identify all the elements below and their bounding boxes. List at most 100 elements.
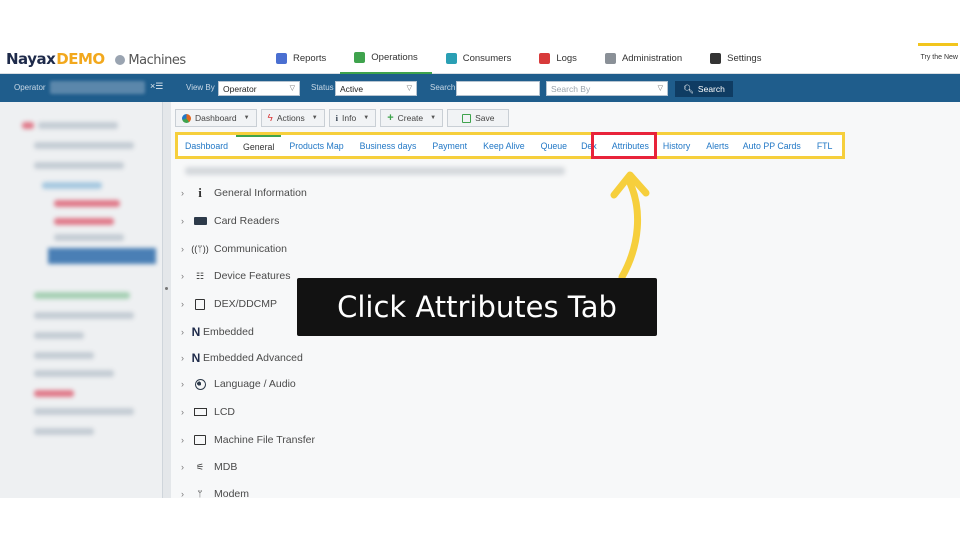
- tab-auto-pp-cards[interactable]: Auto PP Cards: [743, 135, 801, 156]
- toolbar-label: Info: [342, 113, 357, 123]
- tree-node[interactable]: [34, 332, 84, 339]
- section-label: Modem: [214, 488, 250, 498]
- section-label: Machine File Transfer: [214, 434, 315, 446]
- actions-button[interactable]: ϟ Actions ▼: [260, 109, 325, 127]
- section-machine-file-transfer[interactable]: › Machine File Transfer: [181, 431, 315, 449]
- tree-node[interactable]: [34, 408, 134, 415]
- status-select[interactable]: Active ▽: [335, 81, 417, 96]
- machine-toolbar: Dashboard ▼ ϟ Actions ▼ i Info ▼ + Create ▼ Sav…: [175, 109, 510, 127]
- nav-label: Reports: [293, 53, 327, 64]
- section-label: LCD: [214, 406, 236, 418]
- section-label: Communication: [214, 243, 287, 255]
- section-device-features[interactable]: › ☷ Device Features: [181, 267, 290, 285]
- nav-item-consumers[interactable]: Consumers: [432, 43, 526, 74]
- tree-node[interactable]: [54, 218, 114, 225]
- tab-history[interactable]: History: [663, 135, 690, 156]
- tree-node[interactable]: [34, 370, 114, 377]
- dashboard-button[interactable]: Dashboard ▼: [175, 109, 257, 127]
- tab-payment[interactable]: Payment: [432, 135, 467, 156]
- panel-splitter[interactable]: [163, 102, 171, 498]
- attributes-tab-marker: [591, 132, 657, 159]
- top-navigation-bar: NayaxDEMO Machines Reports Operations Co…: [0, 43, 960, 74]
- create-button[interactable]: + Create ▼: [380, 109, 444, 127]
- section-card-readers[interactable]: › Card Readers: [181, 212, 279, 230]
- tree-node[interactable]: [34, 292, 130, 299]
- section-lcd[interactable]: › LCD: [181, 403, 235, 421]
- tree-node[interactable]: [54, 200, 120, 207]
- search-by-placeholder: Search By: [551, 84, 591, 94]
- selected-tree-node[interactable]: [48, 248, 156, 264]
- nav-item-administration[interactable]: Administration: [591, 43, 696, 74]
- machine-tabs: Dashboard General Products Map Business …: [185, 135, 832, 156]
- nav-item-reports[interactable]: Reports: [262, 43, 340, 74]
- caret-down-icon: ▼: [243, 115, 250, 121]
- info-icon: i: [198, 185, 202, 200]
- section-mdb[interactable]: › ⚟ MDB: [181, 458, 237, 476]
- section-embedded[interactable]: › N Embedded: [181, 323, 254, 341]
- brand-demo-label: DEMO: [56, 50, 105, 68]
- features-icon: ☷: [195, 270, 205, 281]
- tab-keep-alive[interactable]: Keep Alive: [483, 135, 525, 156]
- x-list-icon[interactable]: ×☰: [150, 81, 163, 92]
- toolbar-label: Save: [475, 113, 495, 123]
- search-button-label: Search: [697, 84, 725, 94]
- section-modem[interactable]: › ᛘ Modem: [181, 485, 249, 498]
- nayax-app-window: NayaxDEMO Machines Reports Operations Co…: [0, 43, 960, 498]
- section-dex-ddcmp[interactable]: › DEX/DDCMP: [181, 295, 277, 313]
- info-button[interactable]: i Info ▼: [328, 109, 377, 127]
- splitter-handle[interactable]: [165, 287, 168, 290]
- lightning-icon: ϟ: [267, 112, 273, 124]
- section-language-audio[interactable]: › Language / Audio: [181, 375, 296, 393]
- tree-node[interactable]: [34, 390, 74, 397]
- instruction-text: Click Attributes Tab: [337, 290, 617, 324]
- tab-ftl[interactable]: FTL: [817, 135, 833, 156]
- tab-products-map[interactable]: Products Map: [289, 135, 343, 156]
- tree-node[interactable]: [34, 312, 134, 319]
- search-input[interactable]: [456, 81, 540, 96]
- search-by-select[interactable]: Search By ▽: [546, 81, 668, 96]
- logs-icon: [539, 53, 551, 64]
- toolbar-label: Create: [397, 113, 424, 123]
- consumers-icon: [445, 53, 457, 64]
- section-communication[interactable]: › ((ᛘ)) Communication: [181, 240, 287, 258]
- nav-item-operations[interactable]: Operations: [340, 43, 432, 74]
- status-value: Active: [340, 84, 364, 94]
- toolbar-label: Dashboard: [195, 113, 237, 123]
- tab-general[interactable]: General: [236, 135, 282, 156]
- brand-logo[interactable]: NayaxDEMO Machines: [6, 50, 186, 68]
- nav-item-settings[interactable]: Settings: [696, 43, 775, 74]
- view-by-select[interactable]: Operator ▽: [218, 81, 300, 96]
- section-label: MDB: [214, 461, 238, 473]
- tree-node[interactable]: [38, 122, 118, 129]
- n-logo-icon: N: [191, 351, 201, 365]
- machine-title-line: [185, 167, 565, 175]
- tab-queue[interactable]: Queue: [541, 135, 567, 156]
- section-embedded-advanced[interactable]: › N Embedded Advanced: [181, 349, 303, 367]
- tab-dashboard[interactable]: Dashboard: [185, 135, 228, 156]
- tree-node[interactable]: [34, 142, 134, 149]
- chevron-right-icon: ›: [181, 271, 184, 281]
- try-new-link[interactable]: Try the New: [921, 54, 958, 61]
- plus-icon: +: [387, 112, 394, 124]
- tree-node[interactable]: [34, 162, 124, 169]
- tree-node[interactable]: [54, 234, 124, 241]
- tab-alerts[interactable]: Alerts: [706, 135, 729, 156]
- nav-item-logs[interactable]: Logs: [525, 43, 591, 74]
- section-general-information[interactable]: › i General Information: [181, 184, 307, 202]
- tab-business-days[interactable]: Business days: [360, 135, 417, 156]
- section-label: Device Features: [214, 270, 291, 282]
- save-button[interactable]: Save: [447, 109, 510, 127]
- instruction-callout: Click Attributes Tab: [297, 278, 657, 336]
- operator-field[interactable]: [50, 81, 145, 94]
- tree-node[interactable]: [34, 428, 94, 435]
- operator-label: Operator: [14, 83, 46, 92]
- tree-node[interactable]: [42, 182, 102, 189]
- tree-node[interactable]: [34, 352, 94, 359]
- chevron-right-icon: ›: [181, 216, 184, 226]
- chevron-right-icon: ›: [181, 299, 184, 309]
- search-button[interactable]: 🔍︎ Search: [675, 81, 733, 97]
- chevron-right-icon: ›: [181, 462, 184, 472]
- filter-bar: Operator ×☰ View By Operator ▽ Status Act…: [0, 74, 960, 102]
- section-label: Card Readers: [214, 215, 280, 227]
- tree-node[interactable]: [22, 122, 34, 129]
